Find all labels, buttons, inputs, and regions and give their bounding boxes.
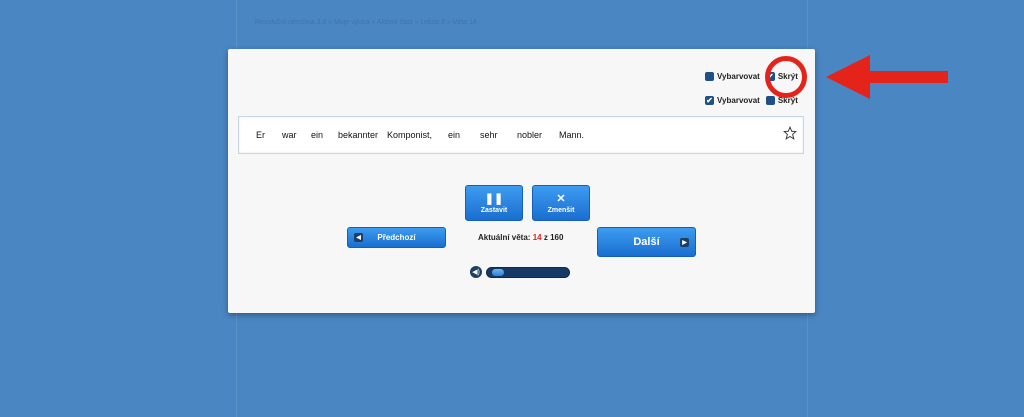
arrow-left-icon: ◀: [354, 233, 363, 242]
counter-current: 14: [532, 233, 542, 242]
counter-label: Aktuální věta:: [478, 233, 531, 242]
pause-button[interactable]: ❚❚ Zastavit: [465, 185, 523, 221]
sentence-modal: Vybarvovat ✔ Skrýt ✔ Vybarvovat Skrýt Er…: [228, 49, 815, 313]
counter-total: 160: [550, 233, 564, 242]
volume-icon[interactable]: ◀): [470, 266, 482, 278]
arrow-right-icon: ▶: [680, 237, 689, 247]
sentence-word[interactable]: Mann.: [559, 130, 584, 140]
audio-progress-handle[interactable]: [491, 268, 504, 276]
sentence-word[interactable]: war: [282, 130, 311, 140]
previous-label: Předchozí: [377, 233, 416, 242]
sentence-word[interactable]: ein: [311, 130, 338, 140]
star-icon[interactable]: [783, 126, 797, 140]
sentence-word[interactable]: bekannter: [338, 130, 387, 140]
pause-icon: ❚❚: [484, 192, 504, 205]
colorize-checkbox-2[interactable]: ✔: [705, 96, 714, 105]
sentence-word[interactable]: ein: [448, 130, 480, 140]
shrink-label: Zmenšit: [547, 206, 575, 214]
annotation-arrow-icon: [826, 55, 948, 99]
annotation-circle: [765, 56, 807, 98]
sentence-word[interactable]: sehr: [480, 130, 517, 140]
shrink-button[interactable]: ✕ Zmenšit: [532, 185, 590, 221]
shrink-icon: ✕: [556, 192, 566, 205]
next-button[interactable]: Další ▶: [597, 227, 696, 257]
previous-button[interactable]: ◀ Předchozí: [347, 227, 446, 248]
next-label: Další: [633, 236, 660, 248]
audio-progress-track[interactable]: [486, 266, 570, 278]
colorize-label-2: Vybarvovat: [717, 96, 760, 105]
sentence-word[interactable]: Er: [256, 130, 282, 140]
colorize-label-1: Vybarvovat: [717, 72, 760, 81]
sentence-words: Er war ein bekannter Komponist, ein sehr…: [256, 130, 584, 140]
sentence-word[interactable]: nobler: [517, 130, 559, 140]
colorize-checkbox-1[interactable]: [705, 72, 714, 81]
audio-player: ◀): [470, 266, 570, 278]
sentence-counter: Aktuální věta: 14 z 160: [478, 233, 563, 242]
pause-label: Zastavit: [480, 206, 508, 214]
hide-checkbox-2[interactable]: [765, 96, 775, 105]
breadcrumb: Revoluční němčina 3.0 » Moje výuka » Akt…: [255, 19, 477, 26]
counter-separator: z: [543, 233, 548, 242]
sentence-word[interactable]: Komponist,: [387, 130, 448, 140]
sentence-box: Er war ein bekannter Komponist, ein sehr…: [238, 116, 804, 154]
